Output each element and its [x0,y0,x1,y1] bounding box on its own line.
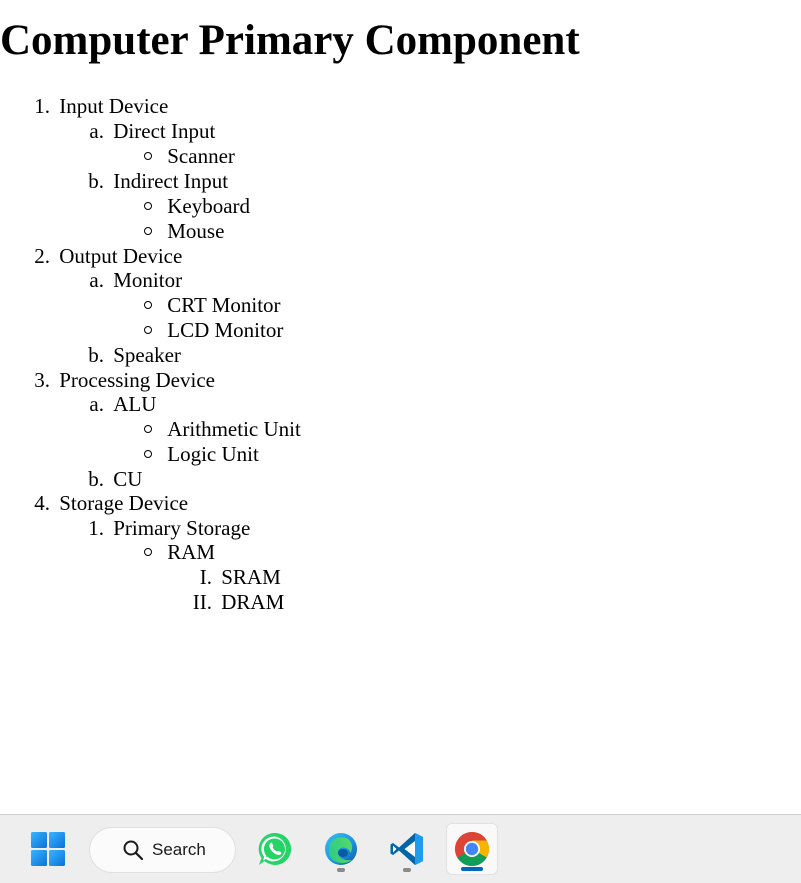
list-item-label: Arithmetic Unit [167,417,301,441]
whatsapp-taskbar-button[interactable] [249,823,301,875]
list-item-label: LCD Monitor [167,318,284,342]
list-marker: 4. [34,491,50,515]
list-item-label: RAM [167,540,216,564]
list-item: Arithmetic Unit [144,417,301,442]
list-marker: b. [88,169,104,193]
list-marker: 1. [88,516,104,540]
list-item-label: DRAM [221,590,285,614]
circle-bullet-icon [144,425,152,434]
list-item-label: Output Device [59,244,183,268]
list-item: 1. Primary Storage [0,516,250,541]
list-item-label: Processing Device [59,368,215,392]
list-item-label: Mouse [167,219,225,243]
list-item: 4. Storage Device [0,491,188,516]
running-indicator [337,868,345,872]
list-item-label: Monitor [113,268,183,292]
circle-bullet-icon [144,450,152,459]
page-title: Computer Primary Component [0,17,580,64]
list-item: CRT Monitor [144,293,281,318]
chrome-taskbar-button[interactable] [446,823,498,875]
active-indicator [461,867,483,871]
list-item: Keyboard [144,194,250,219]
taskbar: Search [0,814,801,883]
browser-page: Computer Primary Component 1. Input Devi… [0,0,801,814]
list-item-label: Indirect Input [113,169,229,193]
search-icon [123,840,144,861]
edge-icon [325,833,357,865]
list-item-label: Primary Storage [113,516,251,540]
list-item: a. Monitor [0,268,182,293]
circle-bullet-icon [144,301,152,310]
circle-bullet-icon [144,548,152,557]
list-marker: I. [199,565,212,589]
list-item: Scanner [144,144,235,169]
running-indicator [403,868,411,872]
list-item-label: Speaker [113,343,181,367]
start-button[interactable] [22,823,74,875]
list-marker: 1. [34,94,50,118]
list-item-label: Keyboard [167,194,251,218]
list-marker: a. [89,392,104,416]
list-item: 1. Input Device [0,94,168,119]
list-item: RAM [144,540,215,565]
list-marker: a. [89,268,104,292]
list-marker: a. [89,119,104,143]
circle-bullet-icon [144,152,152,161]
list-item: b. Speaker [0,343,181,368]
chrome-icon [455,832,489,866]
circle-bullet-icon [144,202,152,211]
list-marker: b. [88,467,104,491]
list-marker: II. [192,590,212,614]
list-item: 2. Output Device [0,244,182,269]
list-item: I. SRAM [0,565,281,590]
list-item-label: Scanner [167,144,235,168]
list-item-label: Storage Device [59,491,189,515]
list-item-label: ALU [113,392,157,416]
taskbar-search-box[interactable]: Search [89,827,236,873]
list-item: b. Indirect Input [0,169,228,194]
vscode-icon [390,833,423,865]
list-item: b. CU [0,467,142,492]
list-marker: b. [88,343,104,367]
list-marker: 3. [34,368,50,392]
list-item-label: CU [113,467,143,491]
list-item: LCD Monitor [144,318,283,343]
list-item: II. DRAM [0,590,285,615]
list-item-label: CRT Monitor [167,293,281,317]
windows-start-icon [31,832,65,866]
list-item-label: Logic Unit [167,442,259,466]
vscode-taskbar-button[interactable] [381,823,433,875]
list-item: Mouse [144,219,224,244]
list-item: Logic Unit [144,442,259,467]
list-item-label: SRAM [221,565,281,589]
list-item: a. Direct Input [0,119,215,144]
list-item-label: Input Device [59,94,169,118]
list-marker: 2. [34,244,50,268]
whatsapp-icon [258,832,292,865]
list-item: a. ALU [0,392,156,417]
circle-bullet-icon [144,326,152,335]
search-label: Search [152,840,206,859]
edge-taskbar-button[interactable] [315,823,367,875]
circle-bullet-icon [144,227,152,236]
list-item-label: Direct Input [113,119,216,143]
list-item: 3. Processing Device [0,368,215,393]
